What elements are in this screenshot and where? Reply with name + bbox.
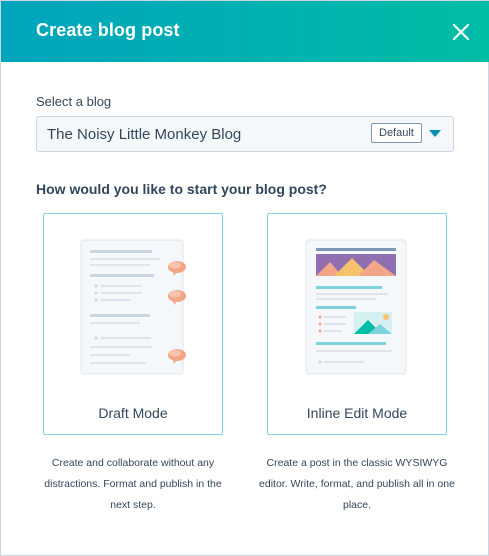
inline-edit-mode-label: Inline Edit Mode [306,405,408,421]
draft-mode-description: Create and collaborate without any distr… [44,457,222,511]
start-mode-question: How would you like to start your blog po… [36,181,327,197]
select-blog-label: Select a blog [36,94,112,109]
selected-blog-value: The Noisy Little Monkey Blog [47,126,242,143]
draft-mode-card[interactable]: Draft Mode [43,213,223,435]
close-button[interactable] [447,18,475,46]
draft-mode-label: Draft Mode [98,405,168,421]
modal-title: Create blog post [36,20,180,40]
caret-down-icon [429,130,441,137]
close-icon [452,23,470,41]
blog-select-dropdown[interactable]: The Noisy Little Monkey Blog Default [36,116,454,152]
inline-edit-mode-description: Create a post in the classic WYSIWYG edi… [259,457,455,511]
create-blog-post-modal: Create blog post Select a blog The Noisy… [0,0,489,556]
inline-edit-mode-card[interactable]: Inline Edit Mode [267,213,447,435]
modal-header: Create blog post [1,1,489,62]
draft-document-with-comments-icon [80,239,186,375]
inline-edit-page-icon [305,239,407,375]
default-badge: Default [371,123,422,143]
